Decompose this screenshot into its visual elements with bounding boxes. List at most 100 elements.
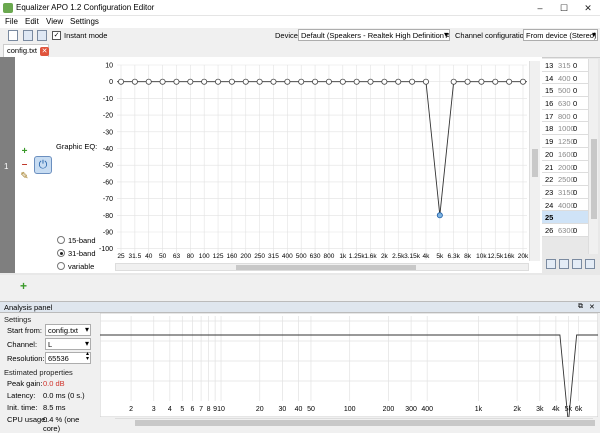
band-variable-radio[interactable]: variable: [57, 262, 94, 271]
y-tick-label: -100: [99, 246, 113, 253]
scroll-thumb[interactable]: [236, 265, 416, 270]
band-handle[interactable]: [270, 78, 277, 85]
band-handle[interactable]: [492, 78, 499, 85]
band-handle[interactable]: [215, 78, 222, 85]
table-sort-icon[interactable]: [585, 259, 595, 269]
menu-file[interactable]: File: [5, 17, 18, 26]
band-handle[interactable]: [381, 78, 388, 85]
menu-bar: File Edit View Settings: [0, 16, 600, 28]
save-file-icon[interactable]: [37, 30, 47, 41]
table-row[interactable]: 26 6300 0: [542, 223, 588, 237]
band-handle[interactable]: [284, 78, 291, 85]
band-handle[interactable]: [339, 78, 346, 85]
band-handle[interactable]: [312, 78, 319, 85]
tab-close-icon[interactable]: ✕: [40, 47, 49, 56]
band-handle[interactable]: [242, 78, 249, 85]
eq-vertical-scrollbar[interactable]: [529, 61, 540, 261]
x-tick-label: 160: [226, 253, 237, 260]
table-row[interactable]: 18 1000 0: [542, 122, 588, 136]
band-handle[interactable]: [117, 78, 124, 85]
init-time-label: Init. time:: [7, 403, 38, 412]
band-handle[interactable]: [506, 78, 513, 85]
band-handle[interactable]: [201, 78, 208, 85]
channel-config-select[interactable]: From device (Stereo): [523, 29, 598, 41]
band-handle[interactable]: [395, 78, 402, 85]
tab-config[interactable]: config.txt ✕: [3, 44, 49, 57]
table-row[interactable]: 25: [542, 211, 588, 224]
band-31-radio[interactable]: 31-band: [57, 249, 96, 258]
analysis-horizontal-scrollbar[interactable]: [115, 418, 595, 426]
table-row[interactable]: 24 4000 0: [542, 198, 588, 212]
x-tick-label: 400: [282, 253, 293, 260]
x-tick-label: 50: [159, 253, 167, 260]
band-handle[interactable]: [353, 78, 360, 85]
undock-icon[interactable]: ⧉: [578, 303, 583, 311]
minimize-icon[interactable]: –: [528, 0, 552, 16]
band-handle[interactable]: [519, 78, 526, 85]
table-row[interactable]: 15 500 0: [542, 84, 588, 98]
scroll-thumb[interactable]: [591, 139, 597, 219]
table-cell-g: 0: [573, 187, 578, 197]
table-row[interactable]: 20 1600 0: [542, 147, 588, 161]
close-panel-icon[interactable]: ✕: [589, 303, 595, 311]
instant-mode-checkbox[interactable]: ✓: [52, 31, 61, 40]
add-filter-icon[interactable]: +: [20, 147, 29, 157]
table-row[interactable]: 22 2500 0: [542, 173, 588, 186]
eq-horizontal-scrollbar[interactable]: [115, 263, 529, 271]
spin-arrows-icon[interactable]: ▴ ▾: [86, 351, 89, 362]
y-tick-label: -30: [103, 129, 113, 136]
new-file-icon[interactable]: [8, 30, 18, 41]
table-row[interactable]: 21 2000 0: [542, 160, 588, 174]
device-select[interactable]: Default (Speakers - Realtek High Definit…: [298, 29, 450, 41]
band-table-scrollbar[interactable]: [588, 59, 598, 254]
x-tick-label: 50: [307, 406, 315, 413]
table-reset-icon[interactable]: [572, 259, 582, 269]
menu-edit[interactable]: Edit: [25, 17, 39, 26]
band-handle[interactable]: [256, 78, 263, 85]
menu-settings[interactable]: Settings: [70, 17, 99, 26]
eq-graph[interactable]: 100-10-20-30-40-50-60-70-80-90-100-110-1…: [95, 60, 531, 260]
table-row[interactable]: 13 315 0: [542, 59, 588, 72]
band-handle[interactable]: [228, 78, 235, 85]
band-handle[interactable]: [464, 78, 471, 85]
band-handle[interactable]: [131, 78, 138, 85]
table-import-icon[interactable]: [546, 259, 556, 269]
start-from-select[interactable]: config.txt: [45, 324, 91, 336]
add-filter-icon[interactable]: +: [20, 279, 27, 293]
table-row[interactable]: 16 630 0: [542, 97, 588, 110]
scroll-thumb[interactable]: [532, 149, 538, 177]
band-handle[interactable]: [173, 78, 180, 85]
x-tick-label: 500: [296, 253, 307, 260]
y-tick-label: -70: [103, 196, 113, 203]
channel-select[interactable]: L: [45, 338, 91, 350]
band-handle[interactable]: [367, 78, 374, 85]
edit-filter-icon[interactable]: ✎: [20, 172, 29, 182]
power-icon[interactable]: ⏻: [34, 156, 52, 174]
band-handle[interactable]: [478, 78, 485, 85]
band-handle[interactable]: [409, 78, 416, 85]
table-row[interactable]: 23 3150 0: [542, 185, 588, 199]
open-file-icon[interactable]: [23, 30, 33, 41]
table-row[interactable]: 17 800 0: [542, 109, 588, 123]
resolution-spinbox[interactable]: 65536 ▴ ▾: [45, 351, 91, 364]
band-15-radio[interactable]: 15-band: [57, 236, 96, 245]
table-row[interactable]: 19 1250 0: [542, 135, 588, 148]
close-icon[interactable]: ✕: [576, 0, 600, 16]
band-handle[interactable]: [145, 78, 152, 85]
band-handle[interactable]: [325, 78, 332, 85]
table-row[interactable]: 14 400 0: [542, 71, 588, 85]
menu-view[interactable]: View: [46, 17, 63, 26]
table-export-icon[interactable]: [559, 259, 569, 269]
analysis-settings: Settings Start from: config.txt Channel:…: [0, 313, 97, 433]
band-handle[interactable]: [436, 212, 443, 219]
band-handle[interactable]: [298, 78, 305, 85]
band-handle[interactable]: [422, 78, 429, 85]
band-handle[interactable]: [450, 78, 457, 85]
remove-filter-icon[interactable]: –: [20, 160, 29, 170]
table-cell-g: 0: [573, 61, 578, 70]
band-handle[interactable]: [159, 78, 166, 85]
scroll-thumb[interactable]: [135, 420, 595, 426]
maximize-icon[interactable]: ☐: [552, 0, 576, 16]
filter-handle[interactable]: 1: [0, 57, 15, 273]
band-handle[interactable]: [187, 78, 194, 85]
